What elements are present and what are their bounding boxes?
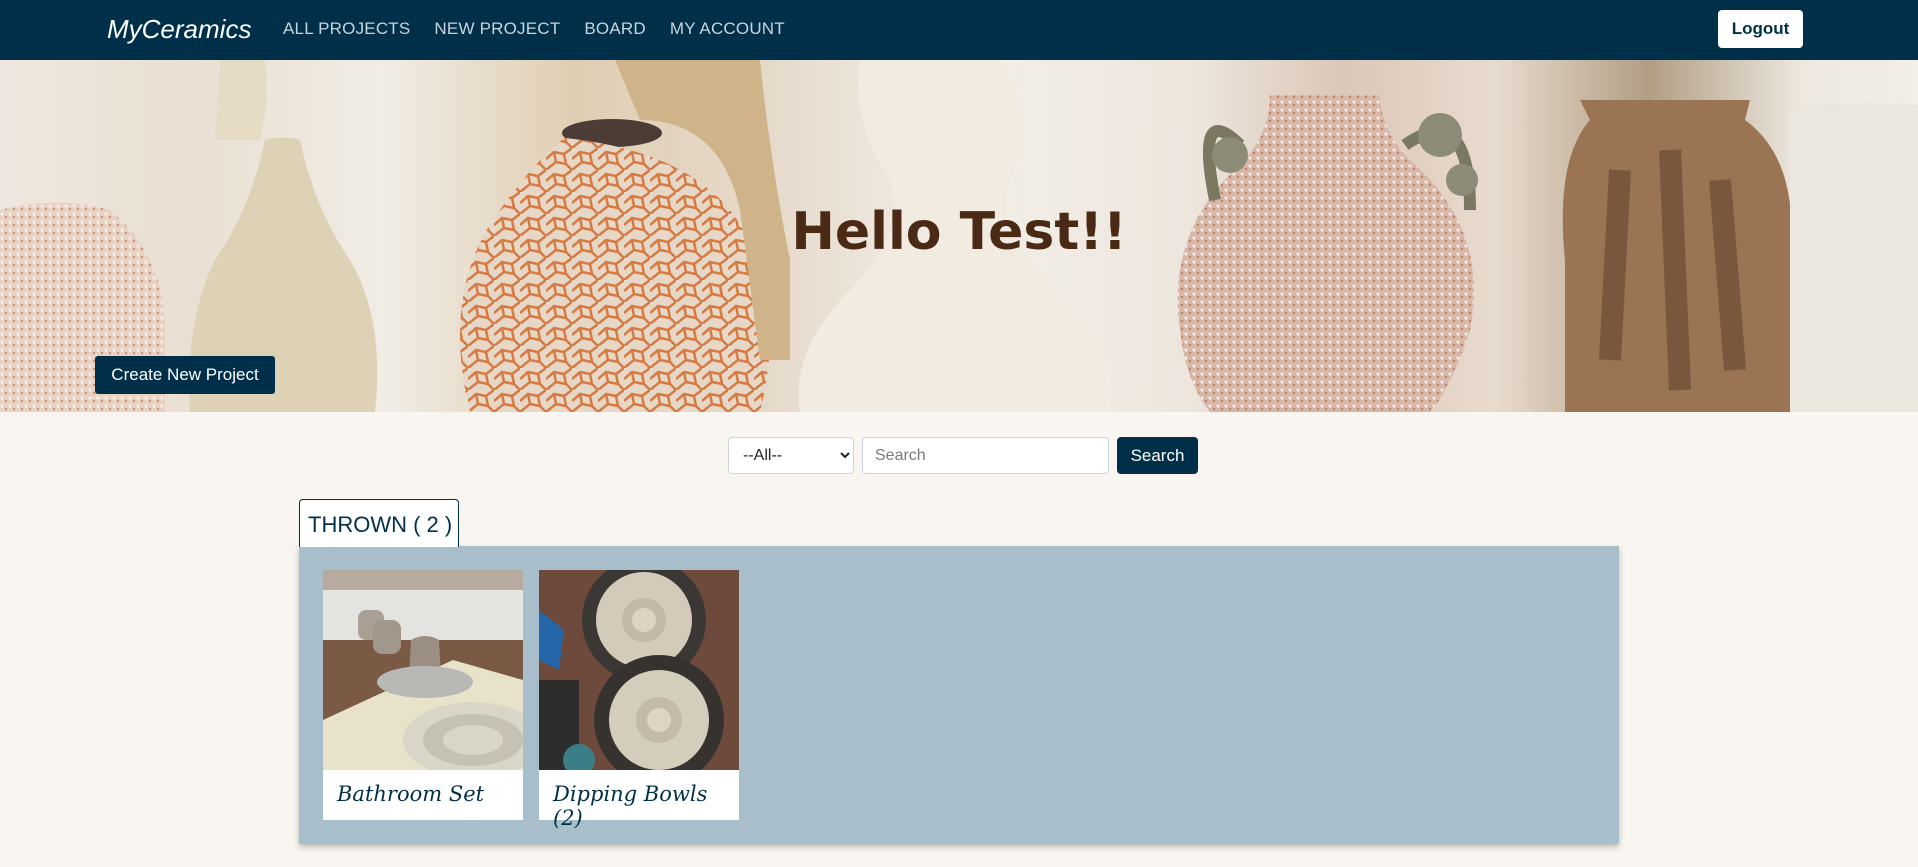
brand-logo[interactable]: MyCeramics [107,14,251,45]
nav-my-account[interactable]: MY ACCOUNT [670,19,785,39]
category-filter-select[interactable]: --All-- [728,437,854,474]
search-input[interactable] [862,437,1109,474]
nav-new-project[interactable]: NEW PROJECT [434,19,560,39]
nav-links: ALL PROJECTS NEW PROJECT BOARD MY ACCOUN… [283,19,785,39]
hero-banner: Hello Test!! Create New Project [0,60,1918,412]
project-card-bathroom-set[interactable]: Bathroom Set [323,570,523,820]
project-thumbnail[interactable] [323,570,523,770]
nav-board[interactable]: BOARD [584,19,645,39]
logout-button[interactable]: Logout [1718,10,1803,48]
project-card-dipping-bowls[interactable]: Dipping Bowls (2) [539,570,739,830]
project-thumbnail[interactable] [539,570,739,770]
project-title[interactable]: Dipping Bowls (2) [553,782,739,830]
search-button[interactable]: Search [1117,437,1198,474]
dipping-bowls-photo [539,570,739,770]
project-title[interactable]: Bathroom Set [337,782,484,806]
top-navbar: MyCeramics ALL PROJECTS NEW PROJECT BOAR… [0,0,1918,60]
create-new-project-button[interactable]: Create New Project [95,356,275,394]
projects-panel: Bathroom Set Dipping Bowls (2) [299,546,1619,844]
nav-all-projects[interactable]: ALL PROJECTS [283,19,410,39]
bathroom-set-photo [323,570,523,770]
tab-thrown[interactable]: THROWN ( 2 ) [299,499,459,547]
hero-greeting: Hello Test!! [791,202,1127,262]
